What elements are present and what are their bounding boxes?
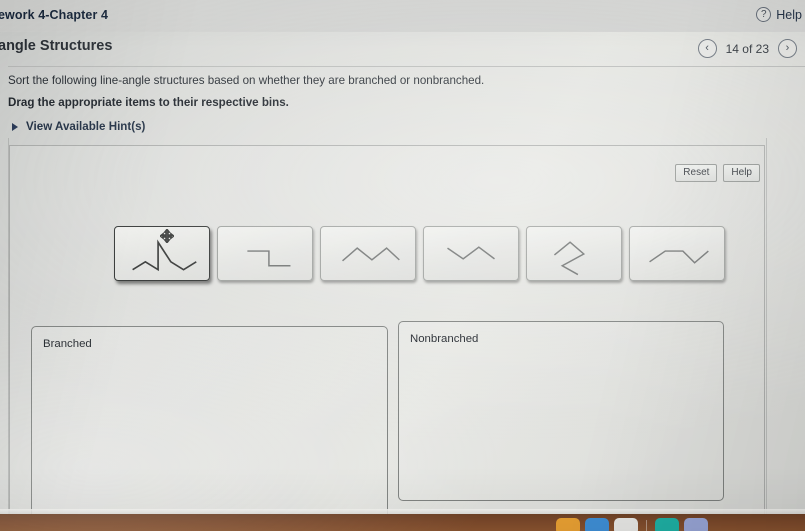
dock-icon-orange[interactable]	[556, 518, 580, 531]
dock-icon-blue[interactable]	[585, 518, 609, 531]
browser-page: ework 4-Chapter 4 ? Help angle Structure…	[0, 0, 805, 519]
dock-icon-white[interactable]	[614, 518, 638, 531]
dock-icon-teal[interactable]	[655, 518, 679, 531]
bin-nonbranched-label: Nonbranched	[410, 333, 479, 345]
bin-branched-label: Branched	[43, 338, 92, 350]
dock-icon-lavender[interactable]	[684, 518, 708, 531]
bin-branched[interactable]: Branched	[31, 326, 388, 519]
drop-bins: Branched Nonbranched	[0, 0, 805, 531]
dock-separator	[646, 520, 647, 531]
macos-dock	[556, 518, 708, 531]
bin-nonbranched[interactable]: Nonbranched	[398, 321, 724, 501]
